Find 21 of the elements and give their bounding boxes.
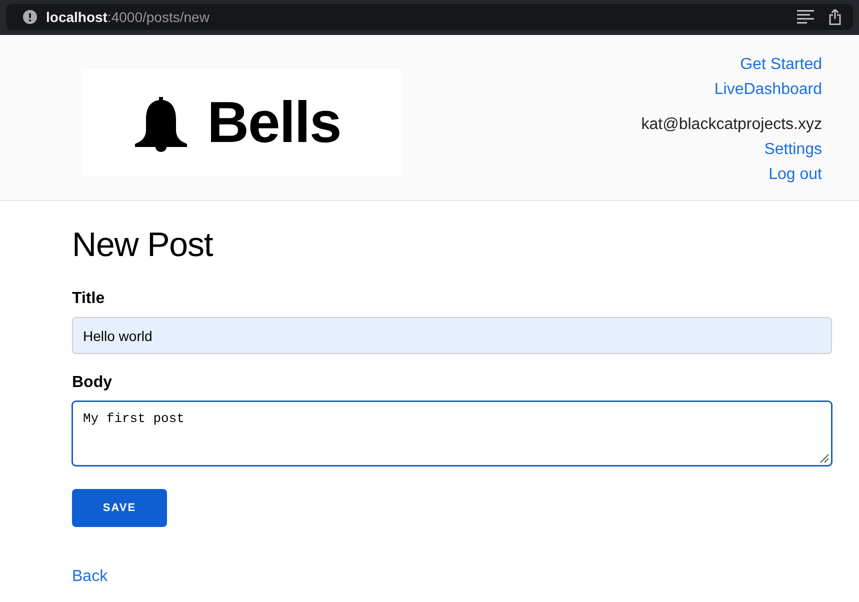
resize-grip-icon[interactable]	[820, 454, 829, 463]
save-button[interactable]: SAVE	[72, 489, 167, 527]
account-link[interactable]: Log out	[768, 162, 822, 187]
bell-icon	[135, 97, 188, 152]
field-label: Body	[72, 373, 112, 393]
text-input-field[interactable]: Hello world	[72, 317, 832, 354]
user-email: kat@blackcatprojects.xyz	[641, 115, 822, 135]
address-bar[interactable]: localhost:4000/posts/new	[6, 4, 853, 30]
field-label: Title	[72, 289, 105, 309]
back-link[interactable]: Back	[72, 568, 108, 585]
nav-link[interactable]: Get Started	[740, 52, 822, 77]
textarea-field[interactable]: My first post	[72, 401, 832, 466]
account-link[interactable]: Settings	[764, 137, 822, 162]
nav-link[interactable]: LiveDashboard	[714, 77, 822, 102]
url-text: localhost:4000/posts/new	[46, 9, 210, 25]
warning-icon	[23, 10, 37, 24]
page-title: New Post	[72, 225, 213, 265]
share-icon[interactable]	[829, 9, 841, 25]
reader-view-icon[interactable]	[797, 10, 814, 24]
logo-text: Bells	[207, 94, 341, 152]
logo-card[interactable]: Bells	[82, 69, 402, 176]
